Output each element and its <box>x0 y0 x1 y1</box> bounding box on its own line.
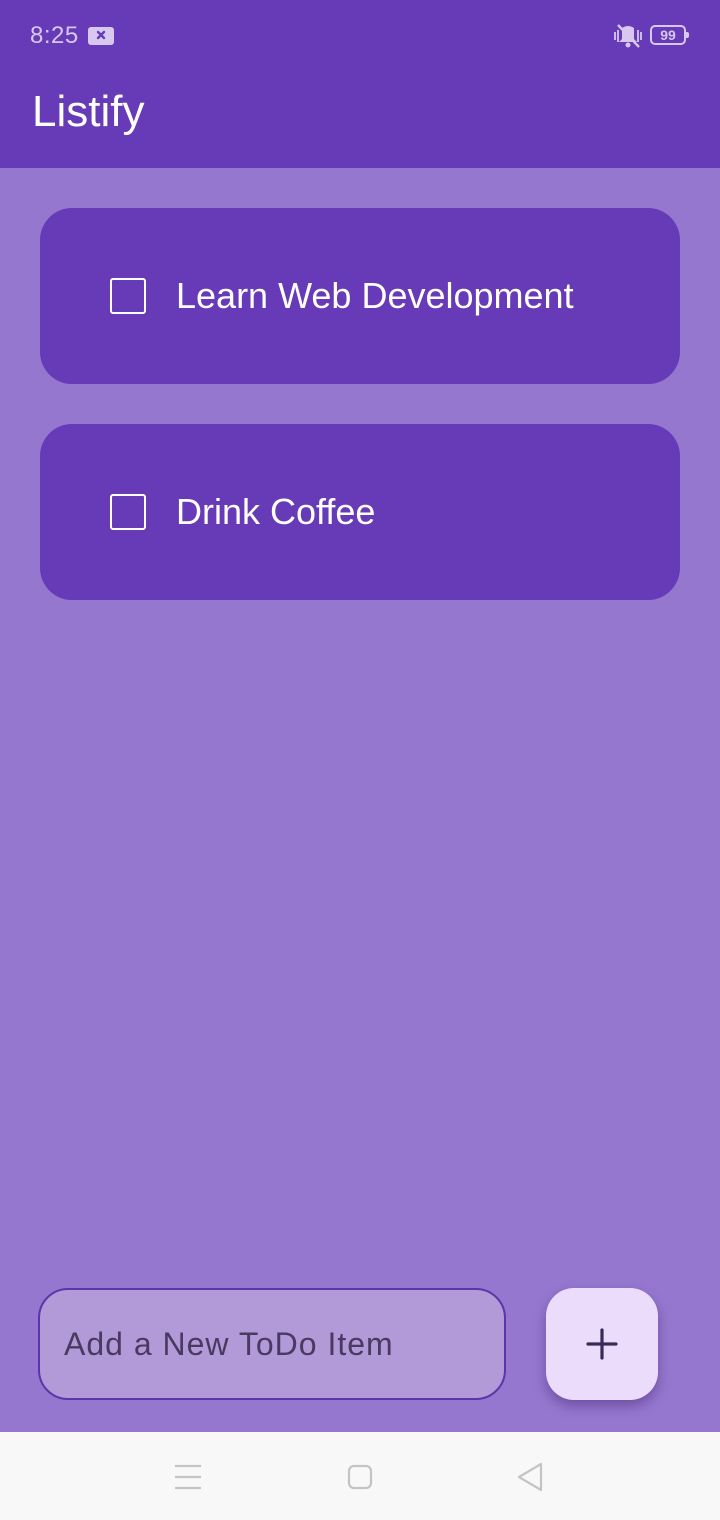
app-bar: Listify <box>0 72 720 168</box>
new-todo-input[interactable] <box>38 1288 506 1400</box>
status-bar: 8:25 99 <box>0 0 720 72</box>
system-nav-bar <box>0 1432 720 1520</box>
home-icon[interactable] <box>347 1464 373 1490</box>
menu-icon[interactable] <box>174 1464 202 1490</box>
todo-checkbox[interactable] <box>110 494 146 530</box>
vibrate-off-icon <box>614 24 642 48</box>
add-todo-button[interactable] <box>546 1288 658 1400</box>
todo-item[interactable]: Drink Coffee <box>40 424 680 600</box>
notification-x-icon <box>88 27 114 45</box>
status-time: 8:25 <box>30 22 79 49</box>
todo-text: Learn Web Development <box>176 275 574 316</box>
app-title: Listify <box>32 87 145 136</box>
todo-item[interactable]: Learn Web Development <box>40 208 680 384</box>
battery-icon: 99 <box>650 25 689 45</box>
back-icon[interactable] <box>516 1462 544 1492</box>
todo-checkbox[interactable] <box>110 278 146 314</box>
battery-level: 99 <box>660 27 676 43</box>
plus-icon <box>586 1328 618 1360</box>
todo-text: Drink Coffee <box>176 491 376 532</box>
